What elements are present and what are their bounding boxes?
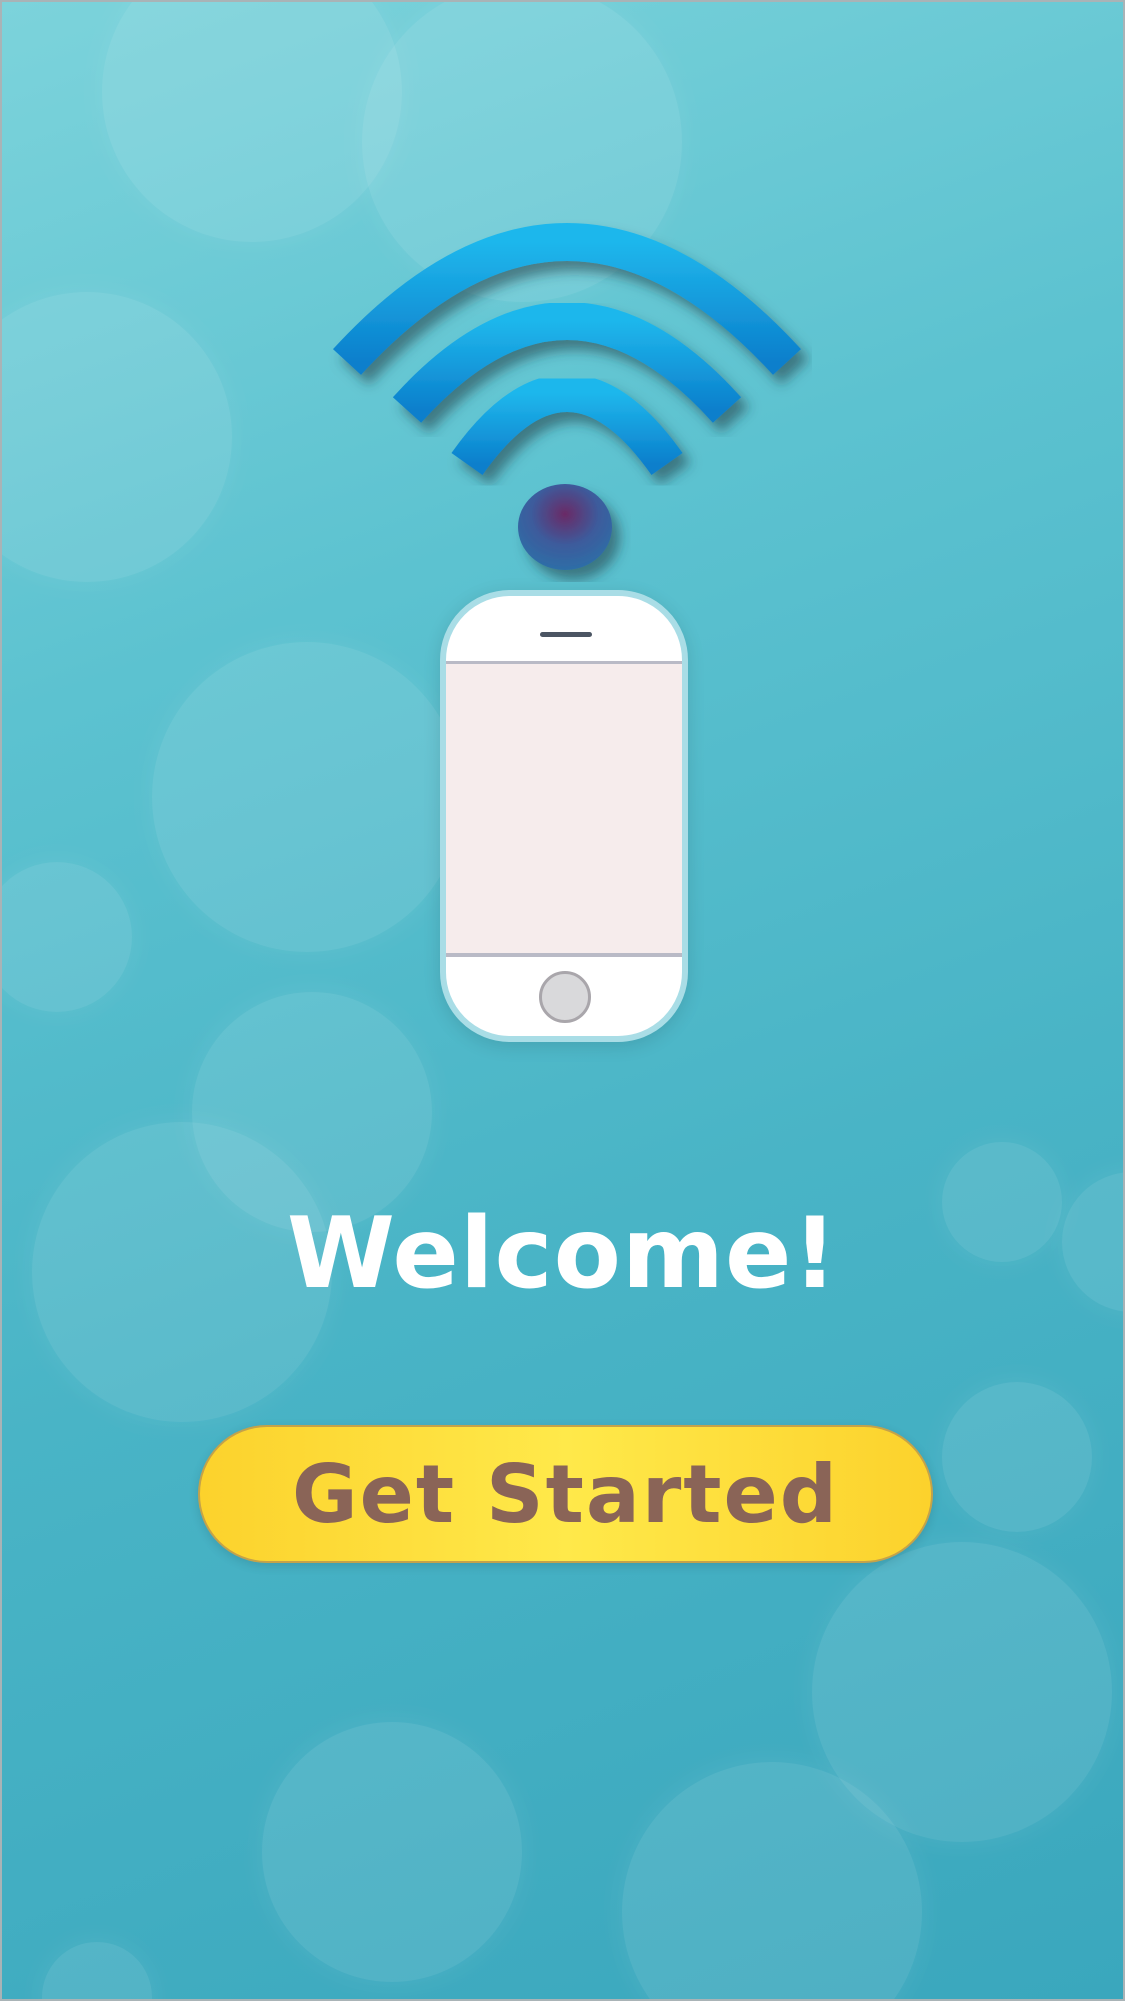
welcome-title: Welcome! xyxy=(286,1197,839,1311)
smartphone-icon xyxy=(440,590,688,1042)
wifi-icon xyxy=(322,202,812,582)
phone-screen xyxy=(446,661,682,957)
get-started-button[interactable]: Get Started xyxy=(198,1425,933,1563)
welcome-screen: Welcome! Get Started xyxy=(0,0,1125,2001)
phone-home-button xyxy=(539,971,591,1023)
phone-speaker xyxy=(540,632,592,637)
